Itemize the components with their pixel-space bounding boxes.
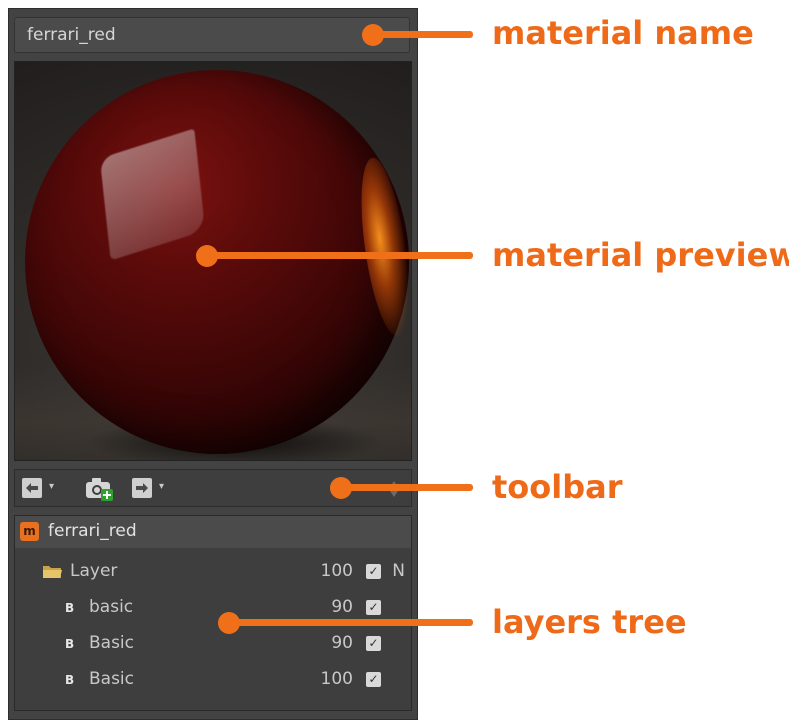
callout-label-layers-tree: layers tree	[492, 603, 687, 641]
visibility-checkbox[interactable]: ✓	[366, 672, 381, 687]
layers-tree: m ferrari_red Layer 100 ✓ N B basic 90 ✓…	[14, 515, 412, 711]
folder-icon	[42, 564, 63, 579]
tree-root-material[interactable]: m ferrari_red	[15, 516, 411, 548]
callout-label-toolbar: toolbar	[492, 468, 623, 506]
basic-layer-icon: B	[65, 601, 75, 615]
tree-row-layer[interactable]: Layer 100 ✓ N	[15, 554, 411, 590]
material-panel: ferrari_red ▾ ▾ m ferrari_red Layer 100 …	[8, 8, 418, 720]
arrow-right-icon[interactable]	[132, 478, 152, 498]
tree-row-basic[interactable]: B Basic 100 ✓	[15, 662, 411, 698]
callout-label-material-preview: material preview	[492, 236, 789, 274]
row-flag: N	[392, 561, 405, 581]
callout-line-material-preview	[207, 252, 473, 259]
callout-line-toolbar	[341, 484, 473, 491]
tree-root-label: ferrari_red	[48, 521, 137, 541]
visibility-checkbox[interactable]: ✓	[366, 564, 381, 579]
tree-row-basic[interactable]: B Basic 90 ✓	[15, 626, 411, 662]
preview-sphere	[25, 70, 409, 454]
camera-add-icon[interactable]	[85, 476, 115, 502]
visibility-checkbox[interactable]: ✓	[366, 636, 381, 651]
callout-line-material-name	[373, 31, 473, 38]
row-value[interactable]: 90	[331, 633, 353, 653]
callout-label-material-name: material name	[492, 14, 754, 52]
back-dropdown-icon[interactable]: ▾	[49, 482, 54, 492]
basic-layer-icon: B	[65, 637, 75, 651]
row-value[interactable]: 100	[321, 669, 353, 689]
basic-layer-icon: B	[65, 673, 75, 687]
row-label: basic	[89, 597, 134, 617]
row-value[interactable]: 100	[321, 561, 353, 581]
material-badge-icon: m	[20, 522, 39, 541]
arrow-left-icon[interactable]	[22, 478, 42, 498]
row-value[interactable]: 90	[331, 597, 353, 617]
row-label: Basic	[89, 669, 135, 689]
row-label: Basic	[89, 633, 135, 653]
row-label: Layer	[70, 561, 118, 581]
forward-dropdown-icon[interactable]: ▾	[159, 482, 164, 492]
material-name-field[interactable]: ferrari_red	[14, 17, 410, 53]
visibility-checkbox[interactable]: ✓	[366, 600, 381, 615]
callout-line-layers-tree	[229, 619, 473, 626]
